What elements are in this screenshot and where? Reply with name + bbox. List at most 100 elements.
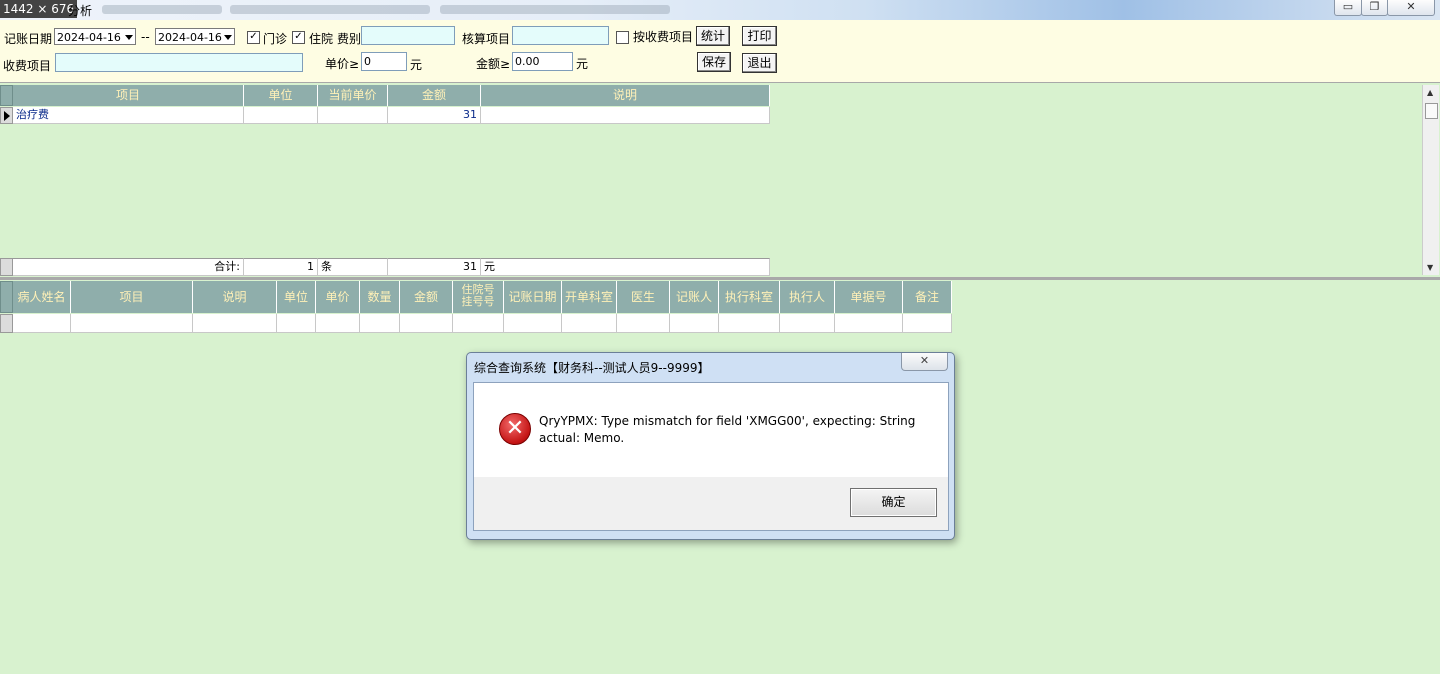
col-header-patient-name[interactable]: 病人姓名 (13, 281, 71, 313)
current-row-arrow-icon (4, 111, 10, 121)
table-cell[interactable] (400, 314, 453, 333)
summary-vertical-scrollbar[interactable]: ▲ ▼ (1422, 85, 1439, 275)
date-to-picker[interactable]: 2024-04-16 (155, 28, 235, 45)
col-header-executor[interactable]: 执行人 (780, 281, 835, 313)
chevron-down-icon[interactable] (125, 35, 133, 40)
table-cell[interactable] (719, 314, 780, 333)
date-from-picker[interactable]: 2024-04-16 (54, 28, 136, 45)
grid-corner (0, 281, 13, 313)
table-cell-unit[interactable] (244, 107, 318, 124)
account-item-label: 核算项目 (462, 32, 511, 46)
amount-label: 金额≥ (476, 57, 511, 71)
error-icon: ✕ (499, 413, 531, 445)
col-header-unit[interactable]: 单位 (277, 281, 316, 313)
table-cell-amount[interactable]: 31 (388, 107, 481, 124)
col-header-remark[interactable]: 备注 (903, 281, 952, 313)
title-blur (230, 5, 430, 14)
inpatient-checkbox[interactable]: ✓ (292, 31, 305, 44)
col-header-note[interactable]: 说明 (481, 85, 770, 106)
header-line-registration-no: 挂号号 (461, 295, 495, 308)
table-cell[interactable] (277, 314, 316, 333)
col-header-ordering-dept[interactable]: 开单科室 (562, 281, 617, 313)
table-cell[interactable] (504, 314, 562, 333)
table-cell[interactable] (835, 314, 903, 333)
scroll-down-icon[interactable]: ▼ (1427, 263, 1433, 272)
table-cell[interactable] (453, 314, 504, 333)
col-header-item[interactable]: 项目 (13, 85, 244, 106)
col-header-doctor[interactable]: 医生 (617, 281, 670, 313)
col-header-unit[interactable]: 单位 (244, 85, 318, 106)
table-cell[interactable] (780, 314, 835, 333)
table-cell[interactable] (13, 314, 71, 333)
table-cell[interactable] (670, 314, 719, 333)
table-cell-item[interactable]: 治疗费 (13, 107, 244, 124)
unit-price-input[interactable]: 0 (361, 52, 407, 71)
table-cell-price[interactable] (318, 107, 388, 124)
col-header-note[interactable]: 说明 (193, 281, 277, 313)
window-title: 分析 (68, 4, 93, 18)
amount-input[interactable]: 0.00 (512, 52, 573, 71)
error-dialog: 综合查询系统【财务科--测试人员9--9999】 ✕ ✕ QryYPMX: Ty… (466, 352, 955, 540)
window-title-bar: 1442 × 676 分析 ▭ ❐ ✕ (0, 0, 1440, 20)
total-label: 合计: (13, 258, 244, 276)
date-to-value: 2024-04-16 (158, 31, 222, 44)
amount-unit: 元 (576, 57, 589, 71)
account-item-input[interactable] (512, 26, 609, 45)
close-icon[interactable]: ✕ (901, 353, 948, 371)
col-header-amount[interactable]: 金额 (400, 281, 453, 313)
col-header-exec-dept[interactable]: 执行科室 (719, 281, 780, 313)
table-cell[interactable] (316, 314, 360, 333)
ok-button[interactable]: 确定 (850, 488, 937, 517)
fee-type-input[interactable] (361, 26, 455, 45)
total-count: 1 (244, 258, 318, 276)
save-button[interactable]: 保存 (697, 52, 731, 72)
date-separator: -- (141, 30, 150, 44)
table-cell[interactable] (360, 314, 400, 333)
dialog-title: 综合查询系统【财务科--测试人员9--9999】 (474, 361, 710, 375)
chevron-down-icon[interactable] (224, 35, 232, 40)
close-icon[interactable]: ✕ (1387, 0, 1435, 16)
charge-item-label: 收费项目 (3, 59, 52, 73)
total-amount-unit: 元 (481, 258, 770, 276)
dialog-message: QryYPMX: Type mismatch for field 'XMGG00… (539, 413, 919, 447)
unit-price-unit: 元 (410, 58, 423, 72)
table-cell[interactable] (903, 314, 952, 333)
table-cell[interactable] (562, 314, 617, 333)
restore-icon[interactable]: ❐ (1361, 0, 1388, 16)
col-header-receipt-no[interactable]: 单据号 (835, 281, 903, 313)
scroll-up-icon[interactable]: ▲ (1427, 88, 1433, 97)
date-from-value: 2024-04-16 (57, 31, 121, 44)
charge-item-input[interactable] (55, 53, 303, 72)
col-header-admission-registration-no[interactable]: 住院号 挂号号 (453, 281, 504, 313)
outpatient-label: 门诊 (263, 32, 288, 46)
col-header-amount[interactable]: 金额 (388, 85, 481, 106)
table-cell[interactable] (193, 314, 277, 333)
stats-button[interactable]: 统计 (696, 26, 730, 46)
inpatient-label: 住院 (309, 32, 334, 46)
dialog-message-line1: QryYPMX: Type mismatch for field 'XMGG00… (539, 414, 916, 428)
dialog-message-line2: actual: Memo. (539, 431, 625, 445)
col-header-item[interactable]: 项目 (71, 281, 193, 313)
size-badge: 1442 × 676 (0, 0, 78, 18)
row-indicator[interactable] (0, 107, 13, 124)
col-header-poster[interactable]: 记账人 (670, 281, 719, 313)
col-header-quantity[interactable]: 数量 (360, 281, 400, 313)
title-blur (102, 5, 222, 14)
table-cell-note[interactable] (481, 107, 770, 124)
table-cell[interactable] (617, 314, 670, 333)
total-amount: 31 (388, 258, 481, 276)
col-header-current-price[interactable]: 当前单价 (318, 85, 388, 106)
unit-price-label: 单价≥ (325, 57, 360, 71)
outpatient-checkbox[interactable]: ✓ (247, 31, 260, 44)
exit-button[interactable]: 退出 (742, 53, 777, 73)
minimize-icon[interactable]: ▭ (1334, 0, 1362, 16)
table-cell[interactable] (71, 314, 193, 333)
print-button[interactable]: 打印 (742, 26, 777, 46)
col-header-posting-date[interactable]: 记账日期 (504, 281, 562, 313)
by-charge-item-label: 按收费项目 (633, 30, 694, 44)
by-charge-item-checkbox[interactable] (616, 31, 629, 44)
pane-splitter[interactable] (0, 277, 1440, 280)
row-indicator[interactable] (0, 314, 13, 333)
col-header-unit-price[interactable]: 单价 (316, 281, 360, 313)
scroll-thumb[interactable] (1425, 103, 1438, 119)
